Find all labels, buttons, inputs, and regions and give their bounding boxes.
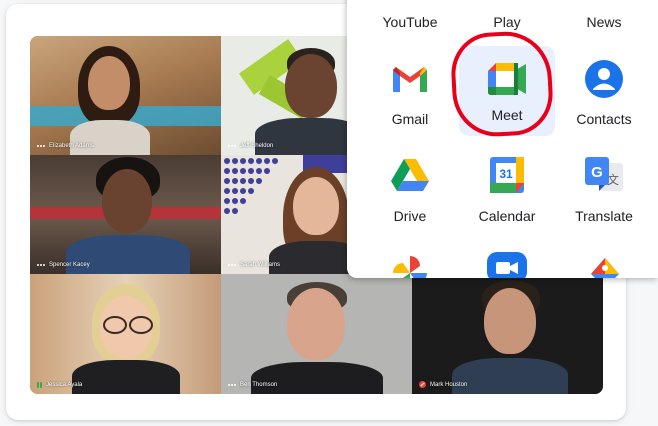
annotation-highlight-circle [449,29,555,139]
shoulders [452,358,568,394]
face [88,56,130,110]
shoulders [72,360,180,394]
audio-indicator-icon [37,264,45,266]
participant-name: Spencer Kacey [49,262,90,268]
participant-name-tag: Jeff Sheldon [228,143,273,149]
app-label-drive: Drive [393,208,427,224]
translate-g-glyph: G [591,164,603,181]
participant-name: Jeff Sheldon [240,143,274,149]
participant-name: Jessica Ayala [46,382,83,388]
participant-name-tag: Elizabeth Adams [37,143,94,149]
app-label-play[interactable]: Play [462,14,552,30]
shopping-icon[interactable] [587,252,623,278]
app-label-news[interactable]: News [559,14,649,30]
participant-name: Sarah Williams [240,262,281,268]
duo-icon[interactable] [487,252,527,278]
calendar-day-number: 31 [499,167,513,181]
app-label-youtube[interactable]: YouTube [365,14,455,30]
participant-name: Elizabeth Adams [49,143,94,149]
audio-indicator-icon [37,145,45,147]
glasses [103,316,127,334]
contacts-icon [585,60,623,98]
face [484,288,536,354]
calendar-icon: 31 [490,157,524,193]
participant-name-tag: Jessica Ayala [37,382,82,388]
mic-muted-icon [419,381,426,388]
participant-name-tag: Sarah Williams [228,262,280,268]
participant-tile-mark-houston[interactable]: Mark Houston [412,274,603,394]
speaking-indicator-icon [37,382,42,388]
participant-name: Mark Houston [430,381,468,388]
photos-icon[interactable] [391,254,429,278]
audio-indicator-icon [228,264,236,266]
app-label-translate: Translate [575,208,633,224]
glasses [129,316,153,334]
participant-name-tag: Spencer Kacey [37,262,90,268]
face [285,54,337,118]
audio-indicator-icon [228,384,236,386]
drive-icon [391,159,429,191]
translate-icon: 文 G [585,157,623,191]
gmail-icon [393,67,427,92]
participant-tile-jessica-ayala[interactable]: Jessica Ayala [30,274,221,394]
app-label-contacts: Contacts [576,111,632,127]
audio-indicator-icon [228,145,236,147]
participant-name-tag: Ben Thomson [228,382,277,388]
app-label-calendar: Calendar [478,208,536,224]
face [102,169,152,233]
shoulders [251,362,383,394]
participant-name-tag: Mark Houston [419,381,467,388]
participant-tile-elizabeth-adams[interactable]: Elizabeth Adams [30,36,221,155]
face [293,177,339,235]
shoulders [66,235,190,274]
participant-tile-ben-thomson[interactable]: Ben Thomson [221,274,412,394]
shoulders [70,120,150,155]
participant-name: Ben Thomson [240,382,278,388]
participant-tile-spencer-kacey[interactable]: Spencer Kacey [30,155,221,274]
face [287,288,345,360]
app-label-gmail: Gmail [391,111,429,127]
